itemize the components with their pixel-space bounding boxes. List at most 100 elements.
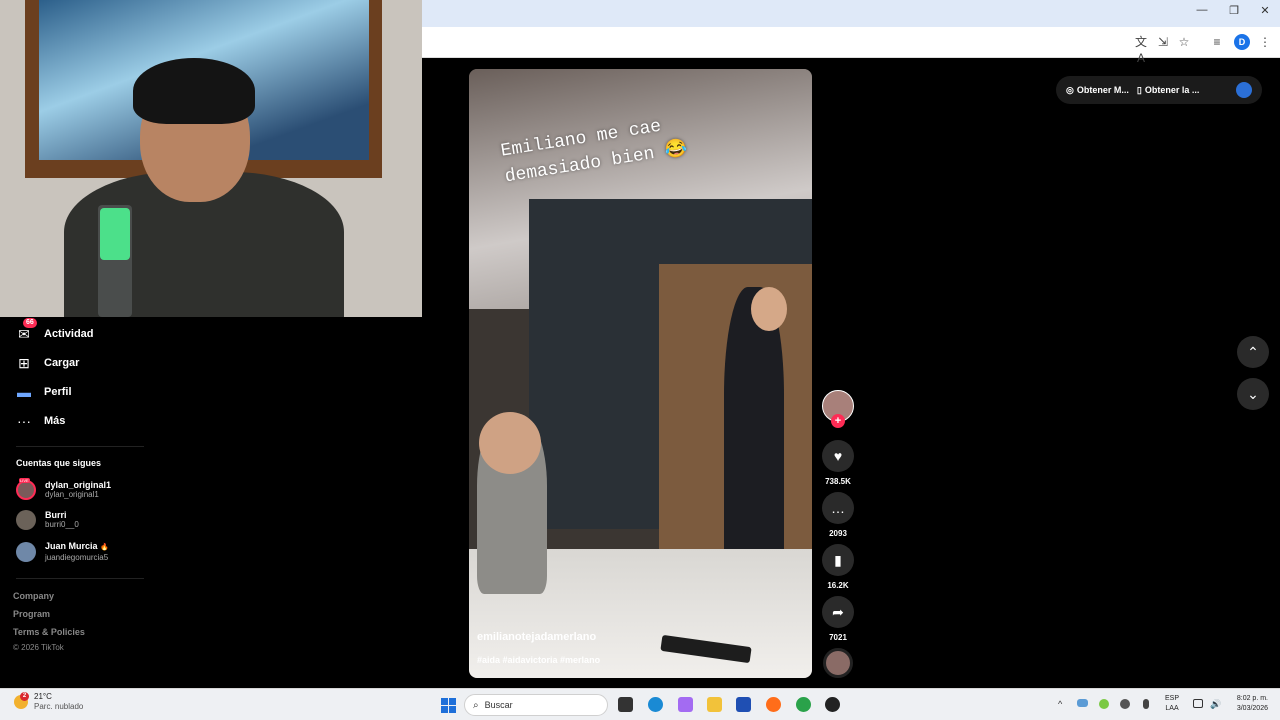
start-tile — [441, 706, 448, 713]
browser-titlebar: — ❐ ✕ — [422, 0, 1280, 27]
save-action[interactable]: ▮ 16.2K — [822, 544, 854, 590]
clock-time: 8:02 p. m. — [1236, 695, 1268, 702]
inbox-icon: ✉ 66 — [16, 318, 37, 342]
search-placeholder: Buscar — [484, 700, 513, 710]
sidebar-item-label: Perfil — [44, 386, 72, 398]
sidebar-item-profile[interactable]: ▬ Perfil — [16, 381, 72, 403]
footer-program-link[interactable]: Program — [13, 609, 50, 619]
avatar — [16, 542, 36, 562]
top-actions-bar: ◎ Obtener M... ▯ Obtener la ... — [1056, 76, 1262, 104]
windows-taskbar: 2 21°C Parc. nublado ⌕ Buscar ^ ESP LAA … — [0, 688, 1280, 720]
share-action[interactable]: ➦ 7021 — [822, 596, 854, 642]
copyright: © 2026 TikTok — [13, 643, 64, 652]
sidebar-item-label: Más — [44, 415, 66, 427]
search-icon: ⌕ — [473, 699, 479, 711]
avatar — [16, 510, 36, 530]
weather-temperature: 21°C — [34, 692, 52, 701]
video-hashtags[interactable]: #aida #aidavictoria #merlano — [477, 655, 600, 665]
sidebar-divider — [16, 578, 144, 579]
weather-icon: 2 — [14, 692, 29, 709]
coin-icon: ◎ — [1066, 84, 1074, 95]
display-tray-icon[interactable] — [1193, 699, 1203, 708]
user-avatar[interactable] — [1236, 82, 1252, 98]
comment-action[interactable]: … 2093 — [822, 492, 854, 538]
browser-menu-icon[interactable]: ⋮ — [1257, 34, 1273, 50]
profile-icon: ▬ — [16, 384, 32, 400]
app-tray-icon[interactable] — [1099, 699, 1109, 709]
previous-video-button[interactable]: ⌃ — [1237, 336, 1269, 368]
network-tray-icon[interactable] — [1120, 699, 1130, 709]
copilot-icon[interactable] — [678, 697, 693, 712]
language-code: ESP — [1165, 695, 1180, 702]
tray-overflow-icon[interactable]: ^ — [1058, 699, 1062, 709]
share-icon[interactable]: ➦ — [822, 596, 854, 628]
sidebar-item-upload[interactable]: ⊞ Cargar — [16, 352, 79, 374]
footer-terms-link[interactable]: Terms & Policies — [13, 627, 85, 637]
get-app-label: Obtener la ... — [1144, 85, 1200, 95]
start-tile — [449, 698, 456, 705]
sidebar-item-label: Actividad — [44, 328, 94, 340]
language-indicator[interactable]: ESP LAA — [1165, 694, 1179, 714]
like-action[interactable]: ♥ 738.5K — [822, 440, 854, 486]
following-account[interactable]: LIVE dylan_original1 dylan_original1 — [16, 478, 112, 500]
translate-icon[interactable]: 文A — [1133, 34, 1149, 65]
heart-icon[interactable]: ♥ — [822, 440, 854, 472]
start-tile — [441, 698, 448, 705]
account-name: Burri — [45, 510, 67, 520]
sidebar-divider — [16, 446, 144, 447]
volume-icon[interactable]: 🔊 — [1210, 699, 1221, 710]
file-explorer-icon[interactable] — [707, 697, 722, 712]
obs-icon[interactable] — [825, 697, 840, 712]
comment-icon[interactable]: … — [822, 492, 854, 524]
minimize-button[interactable]: — — [1192, 4, 1212, 16]
weather-widget[interactable]: 2 21°C Parc. nublado — [14, 692, 83, 712]
profile-glyph: ▬ — [17, 384, 31, 400]
profile-avatar[interactable]: D — [1234, 34, 1250, 50]
video-baby-head — [479, 412, 541, 474]
sidebar-item-activity[interactable]: ✉ 66 Actividad — [16, 318, 94, 345]
following-account[interactable]: Burri burri0__0 — [16, 510, 79, 530]
get-coins-button[interactable]: ◎ Obtener M... — [1066, 85, 1129, 96]
onedrive-icon[interactable] — [1077, 699, 1088, 707]
webcam-overlay — [0, 0, 422, 317]
install-app-icon[interactable]: ⇲ — [1155, 34, 1171, 50]
following-account[interactable]: Juan Murcia 🔥 juandiegomurcia5 — [16, 541, 109, 563]
taskbar-search[interactable]: ⌕ Buscar — [464, 694, 608, 716]
more-icon: ··· — [16, 413, 32, 429]
video-player[interactable]: Emiliano me cae demasiado bien 😂 emilian… — [469, 69, 812, 678]
flame-icon: 🔥 — [100, 544, 109, 551]
next-video-button[interactable]: ⌄ — [1237, 378, 1269, 410]
share-count: 7021 — [829, 633, 847, 642]
system-clock[interactable]: 8:02 p. m. 3/03/2026 — [1228, 694, 1268, 714]
video-author[interactable]: emilianotejadamerlano — [477, 631, 596, 643]
inbox-glyph: ✉ — [18, 325, 30, 342]
upload-icon: ⊞ — [16, 355, 32, 371]
bookmark-icon[interactable]: ▮ — [822, 544, 854, 576]
following-section-title: Cuentas que sigues — [16, 458, 102, 468]
get-app-button[interactable]: ▯ Obtener la ... — [1137, 85, 1199, 96]
restore-button[interactable]: ❐ — [1224, 4, 1244, 17]
firefox-icon[interactable] — [766, 697, 781, 712]
bookmark-star-icon[interactable]: ☆ — [1176, 34, 1192, 50]
follow-button[interactable]: + — [831, 414, 845, 428]
phone-icon: ▯ — [1136, 84, 1142, 95]
footer-company-link[interactable]: Company — [13, 591, 54, 601]
close-button[interactable]: ✕ — [1255, 4, 1275, 17]
account-name: dylan_original1 — [45, 480, 112, 490]
microphone-tray-icon[interactable] — [1143, 699, 1149, 709]
edge-icon[interactable] — [648, 697, 663, 712]
start-button[interactable] — [441, 698, 456, 713]
account-name: Juan Murcia 🔥 — [45, 541, 109, 553]
music-disc[interactable] — [823, 648, 853, 678]
weather-badge: 2 — [20, 692, 29, 701]
task-view-icon[interactable] — [618, 697, 633, 712]
sidebar-item-more[interactable]: ··· Más — [16, 410, 65, 432]
microphone-light — [100, 208, 130, 260]
clock-date: 3/03/2026 — [1236, 705, 1268, 712]
account-handle: burri0__0 — [45, 520, 79, 529]
chrome-icon[interactable] — [796, 697, 811, 712]
reading-list-icon[interactable]: ≡ — [1209, 34, 1225, 50]
person-hair — [133, 58, 255, 124]
store-icon[interactable] — [736, 697, 751, 712]
upload-glyph: ⊞ — [18, 354, 30, 371]
